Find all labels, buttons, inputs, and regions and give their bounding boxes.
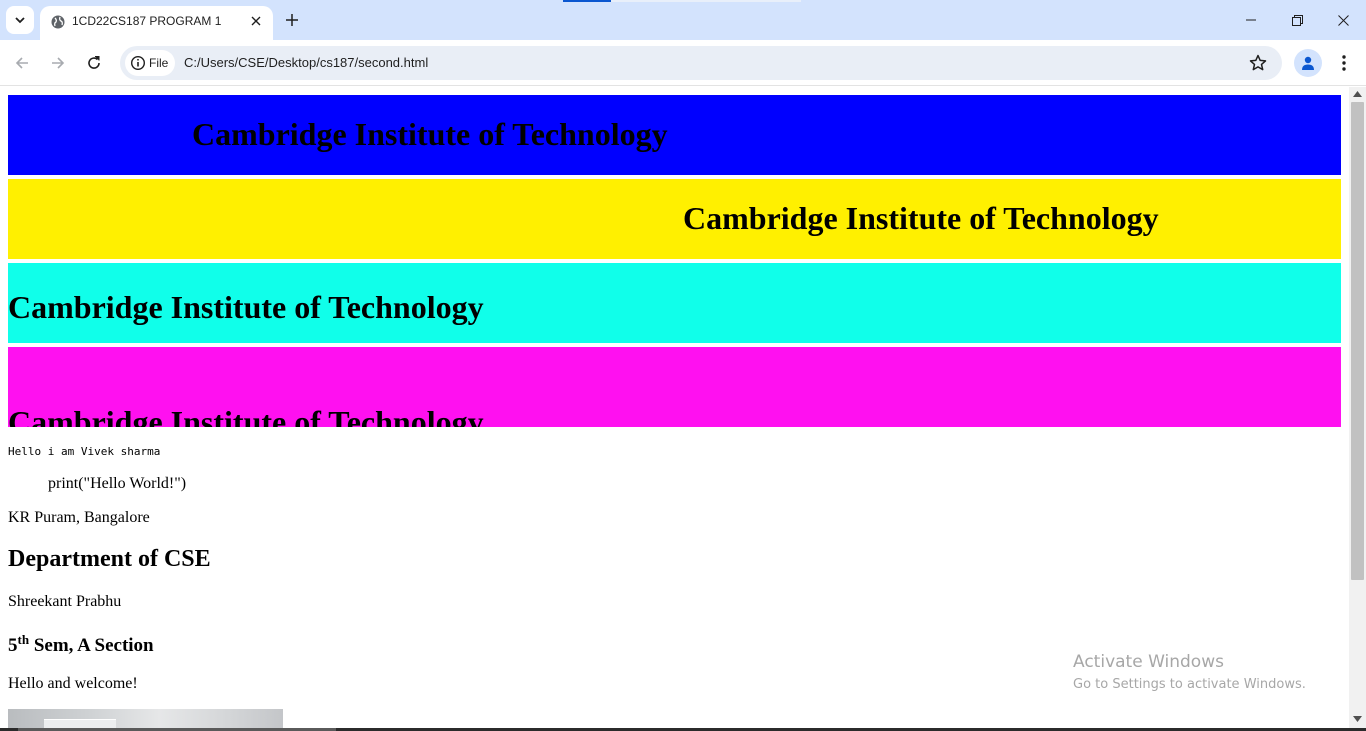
monospace-text: Hello i am Vivek sharma — [8, 445, 161, 458]
browser-toolbar: File C:/Users/CSE/Desktop/cs187/second.h… — [0, 40, 1366, 86]
vertical-scrollbar[interactable] — [1349, 87, 1366, 728]
semester-heading: 5th Sem, A Section — [8, 632, 154, 657]
page-image-detail — [44, 719, 116, 728]
star-icon[interactable] — [1248, 53, 1268, 73]
address-bar[interactable]: File C:/Users/CSE/Desktop/cs187/second.h… — [120, 46, 1282, 80]
tab-strip-accent-light — [611, 0, 801, 2]
tab-search-icon — [15, 17, 25, 24]
kebab-menu-icon — [1342, 55, 1346, 71]
address-text: KR Puram, Bangalore — [8, 509, 150, 526]
window-close-icon — [1337, 14, 1349, 26]
scroll-up-arrow-icon[interactable] — [1353, 91, 1362, 97]
info-icon — [130, 55, 146, 71]
restore-button[interactable] — [1274, 0, 1320, 40]
watermark-title: Activate Windows — [1073, 652, 1224, 672]
banner-heading: Cambridge Institute of Technology — [8, 289, 484, 325]
url-text[interactable]: C:/Users/CSE/Desktop/cs187/second.html — [184, 55, 428, 71]
marquee-banner-blue: Cambridge Institute of Technology — [8, 95, 1341, 175]
activation-watermark: Activate Windows Go to Settings to activ… — [1073, 651, 1306, 695]
window-close-button[interactable] — [1320, 0, 1366, 40]
scrollbar-thumb[interactable] — [1351, 102, 1364, 580]
banner-heading: Cambridge Institute of Technology — [192, 116, 668, 152]
marquee-banner-magenta: Cambridge Institute of Technology — [8, 347, 1341, 427]
profile-button[interactable] — [1294, 49, 1322, 77]
name-text: Shreekant Prabhu — [8, 593, 122, 610]
department-heading: Department of CSE — [8, 546, 211, 572]
semester-superscript: th — [17, 632, 30, 647]
close-icon — [251, 16, 261, 26]
semester-number: 5 — [8, 635, 18, 656]
watermark-subtitle: Go to Settings to activate Windows. — [1073, 677, 1306, 692]
new-tab-button[interactable] — [280, 8, 304, 32]
tab-close-button[interactable] — [246, 11, 266, 31]
active-tab[interactable]: 1CD22CS187 PROGRAM 1 — [40, 6, 273, 40]
tab-title: 1CD22CS187 PROGRAM 1 — [72, 14, 222, 28]
minimize-button[interactable] — [1228, 0, 1274, 40]
reload-button[interactable] — [80, 49, 108, 77]
forward-arrow-icon — [52, 57, 65, 69]
browser-menu-button[interactable] — [1332, 49, 1356, 77]
scroll-down-arrow-icon[interactable] — [1353, 716, 1362, 722]
tab-search-button[interactable] — [6, 6, 34, 34]
globe-icon — [51, 15, 65, 29]
page-viewport: Cambridge Institute of Technology Cambri… — [0, 87, 1349, 728]
profile-icon — [1302, 56, 1314, 70]
restore-icon — [1291, 14, 1303, 26]
page-image — [8, 709, 283, 728]
back-button[interactable] — [8, 49, 36, 77]
banner-heading: Cambridge Institute of Technology — [8, 404, 484, 427]
plus-icon — [286, 14, 298, 26]
forward-button[interactable] — [44, 49, 72, 77]
reload-icon — [88, 56, 100, 69]
marquee-banner-yellow: Cambridge Institute of Technology — [8, 179, 1341, 259]
banner-heading: Cambridge Institute of Technology — [683, 200, 1159, 236]
preformatted-code: print("Hello World!") — [48, 475, 187, 492]
chip-label: File — [149, 56, 169, 70]
tab-strip-accent — [563, 0, 611, 2]
marquee-banner-cyan: Cambridge Institute of Technology — [8, 263, 1341, 343]
welcome-text: Hello and welcome! — [8, 675, 138, 692]
back-arrow-icon — [15, 57, 28, 69]
tab-strip: 1CD22CS187 PROGRAM 1 — [0, 0, 1366, 40]
minimize-icon — [1246, 19, 1256, 21]
semester-rest: Sem, A Section — [29, 635, 154, 656]
